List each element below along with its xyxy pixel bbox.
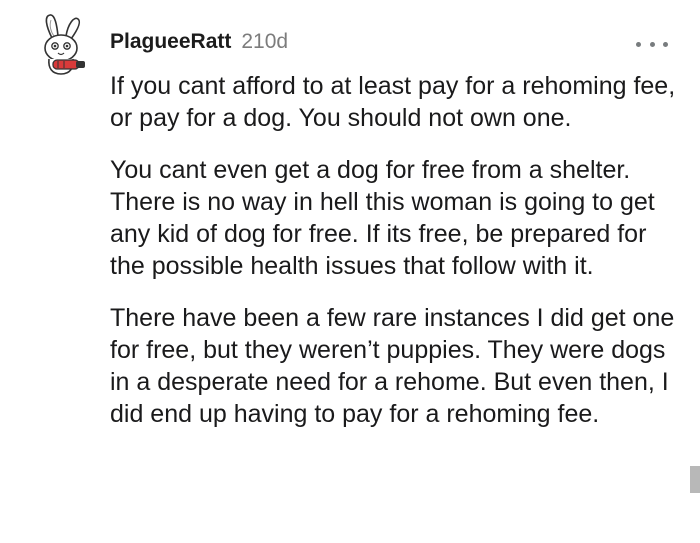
comment-body: If you cant afford to at least pay for a… <box>110 70 685 450</box>
user-avatar[interactable] <box>36 12 94 76</box>
ellipsis-icon[interactable] <box>636 36 668 52</box>
username[interactable]: PlagueeRatt <box>110 30 231 54</box>
scrollbar-thumb[interactable] <box>690 466 700 493</box>
comment-paragraph: There have been a few rare instances I d… <box>110 304 675 428</box>
comment-header: PlagueeRatt 210d <box>110 30 288 60</box>
bunny-avatar-icon <box>44 14 85 75</box>
comment: PlagueeRatt 210d If you cant afford to a… <box>0 0 700 543</box>
comment-age: 210d <box>241 30 289 53</box>
comment-paragraph: You cant even get a dog for free from a … <box>110 156 655 280</box>
ellipsis-dot <box>636 41 641 47</box>
comment-paragraph: If you cant afford to at least pay for a… <box>110 72 676 132</box>
ellipsis-dot <box>649 41 655 47</box>
ellipsis-dot <box>663 41 668 47</box>
